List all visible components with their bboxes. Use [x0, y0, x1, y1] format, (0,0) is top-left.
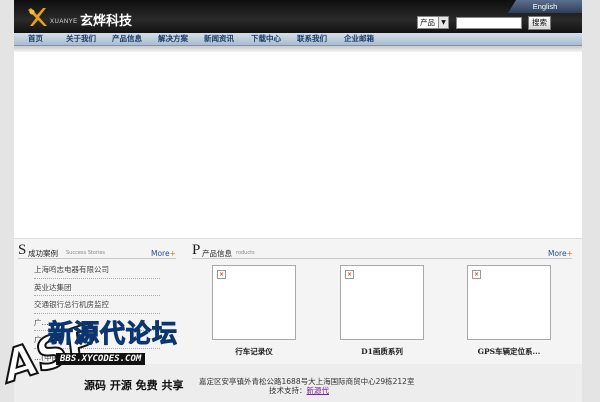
product-name[interactable]: GPS车辆定位系... — [467, 346, 551, 357]
nav-item-home[interactable]: 首页 — [28, 33, 43, 45]
site-header: XUANYE 玄烨科技 English 产品 ▼ 搜索 — [14, 0, 582, 33]
logo-subtext: XUANYE — [50, 19, 78, 25]
logo[interactable]: XUANYE 玄烨科技 — [26, 5, 132, 29]
products-header: P 产品信息 roducts More+ — [192, 241, 576, 259]
product-name[interactable]: D1画质系列 — [340, 346, 424, 357]
nav-item-news[interactable]: 新闻资讯 — [204, 33, 234, 45]
banner-area — [14, 52, 582, 238]
cases-initial: S — [18, 242, 27, 258]
logo-mark-icon — [26, 6, 48, 28]
product-card[interactable]: × GPS车辆定位系... — [467, 265, 551, 361]
search-category-select[interactable]: 产品 ▼ — [417, 16, 449, 29]
logo-text: 玄烨科技 — [80, 14, 133, 29]
products-subtitle: roducts — [236, 250, 255, 256]
products-panel: P 产品信息 roducts More+ × 行车记录仪 × D1画质系列 × … — [192, 241, 576, 361]
search-category-value: 产品 — [420, 18, 435, 27]
product-image[interactable]: × — [467, 265, 551, 340]
nav-item-products[interactable]: 产品信息 — [112, 33, 142, 45]
cases-more-link[interactable]: More+ — [151, 249, 176, 258]
plus-icon: + — [566, 249, 573, 258]
nav-item-contact[interactable]: 联系我们 — [297, 33, 327, 45]
support-label: 技术支持： — [269, 386, 307, 395]
chevron-down-icon: ▼ — [438, 17, 448, 28]
cases-subtitle: Success Stories — [66, 250, 106, 256]
english-link[interactable]: English — [508, 0, 582, 13]
product-image[interactable]: × — [212, 265, 296, 340]
products-more-label: More — [548, 249, 567, 258]
product-card[interactable]: × D1画质系列 — [340, 265, 424, 361]
main-nav: 首页 关于我们 产品信息 解决方案 新闻资讯 下载中心 联系我们 企业邮箱 — [14, 33, 582, 46]
product-name[interactable]: 行车记录仪 — [212, 346, 296, 357]
cases-header: S 成功案例 Success Stories More+ — [18, 241, 190, 259]
broken-image-icon: × — [472, 270, 481, 279]
broken-image-icon: × — [217, 270, 226, 279]
watermark-url: BBS.XYCODES.COM — [56, 353, 146, 365]
cases-more-label: More — [151, 249, 170, 258]
nav-item-downloads[interactable]: 下载中心 — [251, 33, 281, 45]
products-more-link[interactable]: More+ — [548, 249, 573, 258]
list-item[interactable]: 英业达集团 — [34, 279, 160, 296]
watermark-title: 新源代论坛 — [47, 319, 179, 349]
list-item[interactable]: 上海鸣志电器有限公司 — [34, 261, 160, 279]
product-card[interactable]: × 行车记录仪 — [212, 265, 296, 361]
footer-support: 技术支持：新源代 — [269, 385, 329, 396]
divider — [18, 258, 176, 259]
products-initial: P — [192, 242, 201, 258]
plus-icon: + — [169, 249, 176, 258]
nav-item-about[interactable]: 关于我们 — [66, 33, 96, 45]
nav-item-solutions[interactable]: 解决方案 — [158, 33, 188, 45]
search-button[interactable]: 搜索 — [528, 16, 551, 30]
divider — [192, 258, 572, 259]
nav-item-mail[interactable]: 企业邮箱 — [344, 33, 374, 45]
search-input[interactable] — [456, 17, 522, 29]
support-link[interactable]: 新源代 — [307, 386, 330, 395]
product-image[interactable]: × — [340, 265, 424, 340]
broken-image-icon: × — [345, 270, 354, 279]
watermark-overlay: ASP 新源代论坛 BBS.XYCODES.COM 源码 开源 免费 共享 — [0, 310, 210, 402]
watermark-slogan: 源码 开源 免费 共享 — [84, 379, 184, 392]
